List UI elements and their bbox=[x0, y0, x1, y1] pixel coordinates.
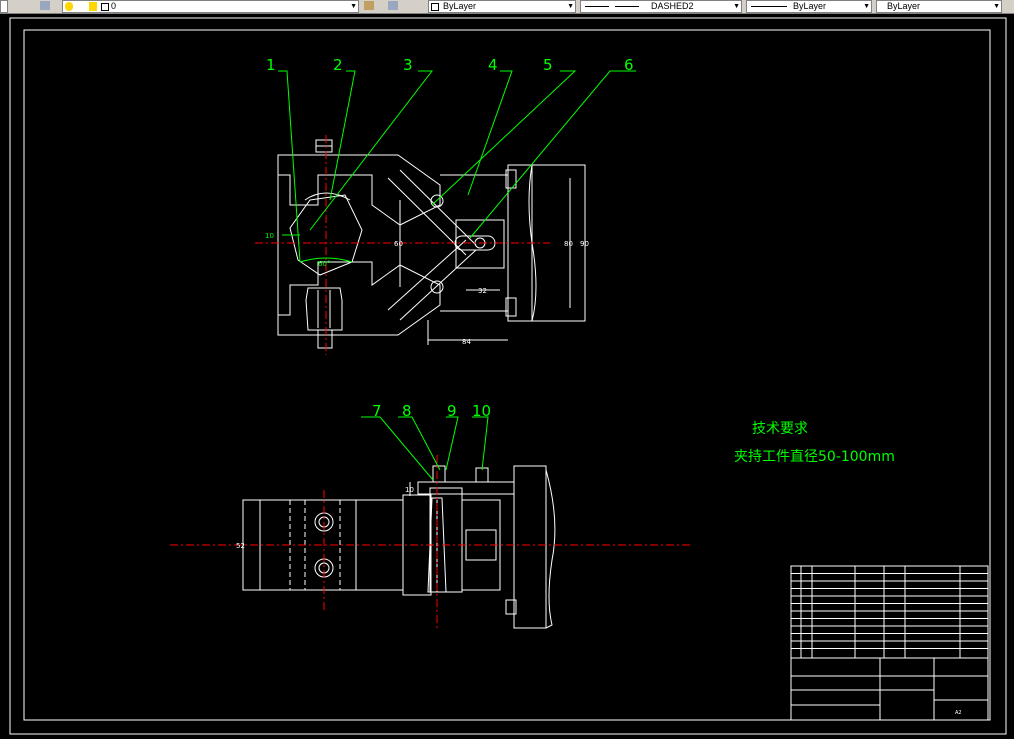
front-view bbox=[242, 465, 556, 629]
dim-80: 80 bbox=[564, 240, 573, 248]
top-view-callouts: 1 2 3 4 5 6 bbox=[266, 56, 634, 74]
layer-dropdown[interactable]: 0 ▼ bbox=[62, 0, 359, 13]
callout-4: 4 bbox=[488, 56, 498, 74]
callout-7: 7 bbox=[372, 402, 382, 420]
pivot-pin-lower bbox=[430, 280, 444, 294]
front-view-callouts: 7 8 9 10 bbox=[372, 402, 491, 420]
flange-outer bbox=[528, 164, 586, 322]
top-view bbox=[277, 139, 586, 349]
callout-3: 3 bbox=[403, 56, 413, 74]
tech-requirements-title: 技术要求 bbox=[752, 421, 808, 437]
dim-10b: 10 bbox=[405, 486, 414, 494]
chevron-down-icon[interactable]: ▼ bbox=[993, 1, 1000, 12]
sheet-size: A2 bbox=[955, 710, 962, 716]
dim-10: 10 bbox=[265, 232, 274, 240]
lineweight-value: ByLayer bbox=[793, 1, 827, 11]
chevron-down-icon[interactable]: ▼ bbox=[733, 1, 740, 12]
leader-6 bbox=[469, 70, 636, 239]
leader-1 bbox=[278, 70, 301, 263]
title-block bbox=[790, 565, 989, 721]
flange-break bbox=[545, 469, 556, 629]
leader-10 bbox=[472, 416, 489, 471]
bottom-screw-body bbox=[305, 287, 343, 331]
callout-2: 2 bbox=[333, 56, 343, 74]
callout-10: 10 bbox=[472, 402, 491, 420]
title-block-frame bbox=[790, 565, 989, 721]
color-dropdown[interactable]: ByLayer ▼ bbox=[428, 0, 576, 13]
leader-3 bbox=[309, 70, 434, 231]
make-current-icon[interactable] bbox=[364, 1, 374, 10]
sun-icon[interactable] bbox=[89, 2, 97, 11]
leader-2 bbox=[329, 70, 356, 201]
tech-requirements-line1: 夹持工件直径50-100mm bbox=[734, 448, 895, 465]
dim-60: 60 bbox=[394, 240, 403, 248]
leader-7 bbox=[361, 416, 434, 481]
lightbulb-icon[interactable] bbox=[65, 2, 73, 11]
dim-90: 90 bbox=[580, 240, 589, 248]
plotstyle-dropdown[interactable]: ByLayer ▼ bbox=[876, 0, 1002, 13]
color-swatch-icon bbox=[431, 3, 439, 11]
front-view-dimensions: 52 10 bbox=[236, 486, 414, 550]
bottom-bolt bbox=[317, 329, 333, 349]
callout-1: 1 bbox=[266, 56, 276, 74]
layer-previous-icon[interactable] bbox=[388, 1, 398, 10]
lineweight-dropdown[interactable]: ByLayer ▼ bbox=[746, 0, 872, 13]
slide-block bbox=[455, 219, 505, 269]
lineweight-sample bbox=[751, 6, 787, 7]
link-arm-upper bbox=[399, 169, 477, 246]
callout-6: 6 bbox=[624, 56, 634, 74]
callout-9: 9 bbox=[447, 402, 457, 420]
color-swatch-icon bbox=[101, 3, 109, 11]
lower-jaw-body bbox=[277, 261, 441, 336]
chevron-down-icon[interactable]: ▼ bbox=[350, 1, 357, 12]
callout-8: 8 bbox=[402, 402, 412, 420]
linetype-sample bbox=[585, 6, 609, 7]
flange-front bbox=[513, 465, 547, 629]
top-view-leaders bbox=[278, 70, 636, 263]
toolbar-edge bbox=[0, 0, 8, 13]
link-arm-lower bbox=[399, 249, 477, 321]
chevron-down-icon[interactable]: ▼ bbox=[863, 1, 870, 12]
dim-52: 52 bbox=[236, 542, 245, 550]
inner-border bbox=[23, 29, 991, 721]
workpiece-arc bbox=[304, 192, 351, 201]
dim-60deg: 60° bbox=[318, 260, 330, 268]
leader-4 bbox=[467, 70, 513, 196]
front-view-leaders bbox=[361, 416, 489, 481]
linetype-sample bbox=[615, 6, 639, 7]
color-value: ByLayer bbox=[443, 1, 477, 11]
layer-name: 0 bbox=[111, 1, 117, 11]
plotstyle-value: ByLayer bbox=[887, 1, 921, 11]
layer-manager-icon[interactable] bbox=[40, 1, 50, 10]
bom-table bbox=[791, 566, 988, 658]
top-nut-2 bbox=[475, 467, 489, 483]
linetype-dropdown[interactable]: DASHED2 ▼ bbox=[580, 0, 742, 13]
screw-housing bbox=[429, 487, 463, 593]
dim-32: 32 bbox=[478, 287, 487, 295]
dim-84: 84 bbox=[462, 338, 471, 346]
drawing-canvas[interactable]: 1 2 3 4 5 6 10 60° 60 32 84 80 90 7 8 9 … bbox=[0, 13, 1014, 739]
linetype-value: DASHED2 bbox=[651, 1, 694, 11]
leader-9 bbox=[445, 416, 459, 471]
outer-border bbox=[9, 17, 1007, 735]
callout-5: 5 bbox=[543, 56, 553, 74]
leader-8 bbox=[398, 416, 441, 471]
chevron-down-icon[interactable]: ▼ bbox=[567, 1, 574, 12]
properties-toolbar: 0 ▼ ByLayer ▼ DASHED2 ▼ ByLayer ▼ ByLaye… bbox=[0, 0, 1014, 14]
top-view-dimensions: 10 60° 60 32 84 80 90 bbox=[265, 232, 589, 346]
